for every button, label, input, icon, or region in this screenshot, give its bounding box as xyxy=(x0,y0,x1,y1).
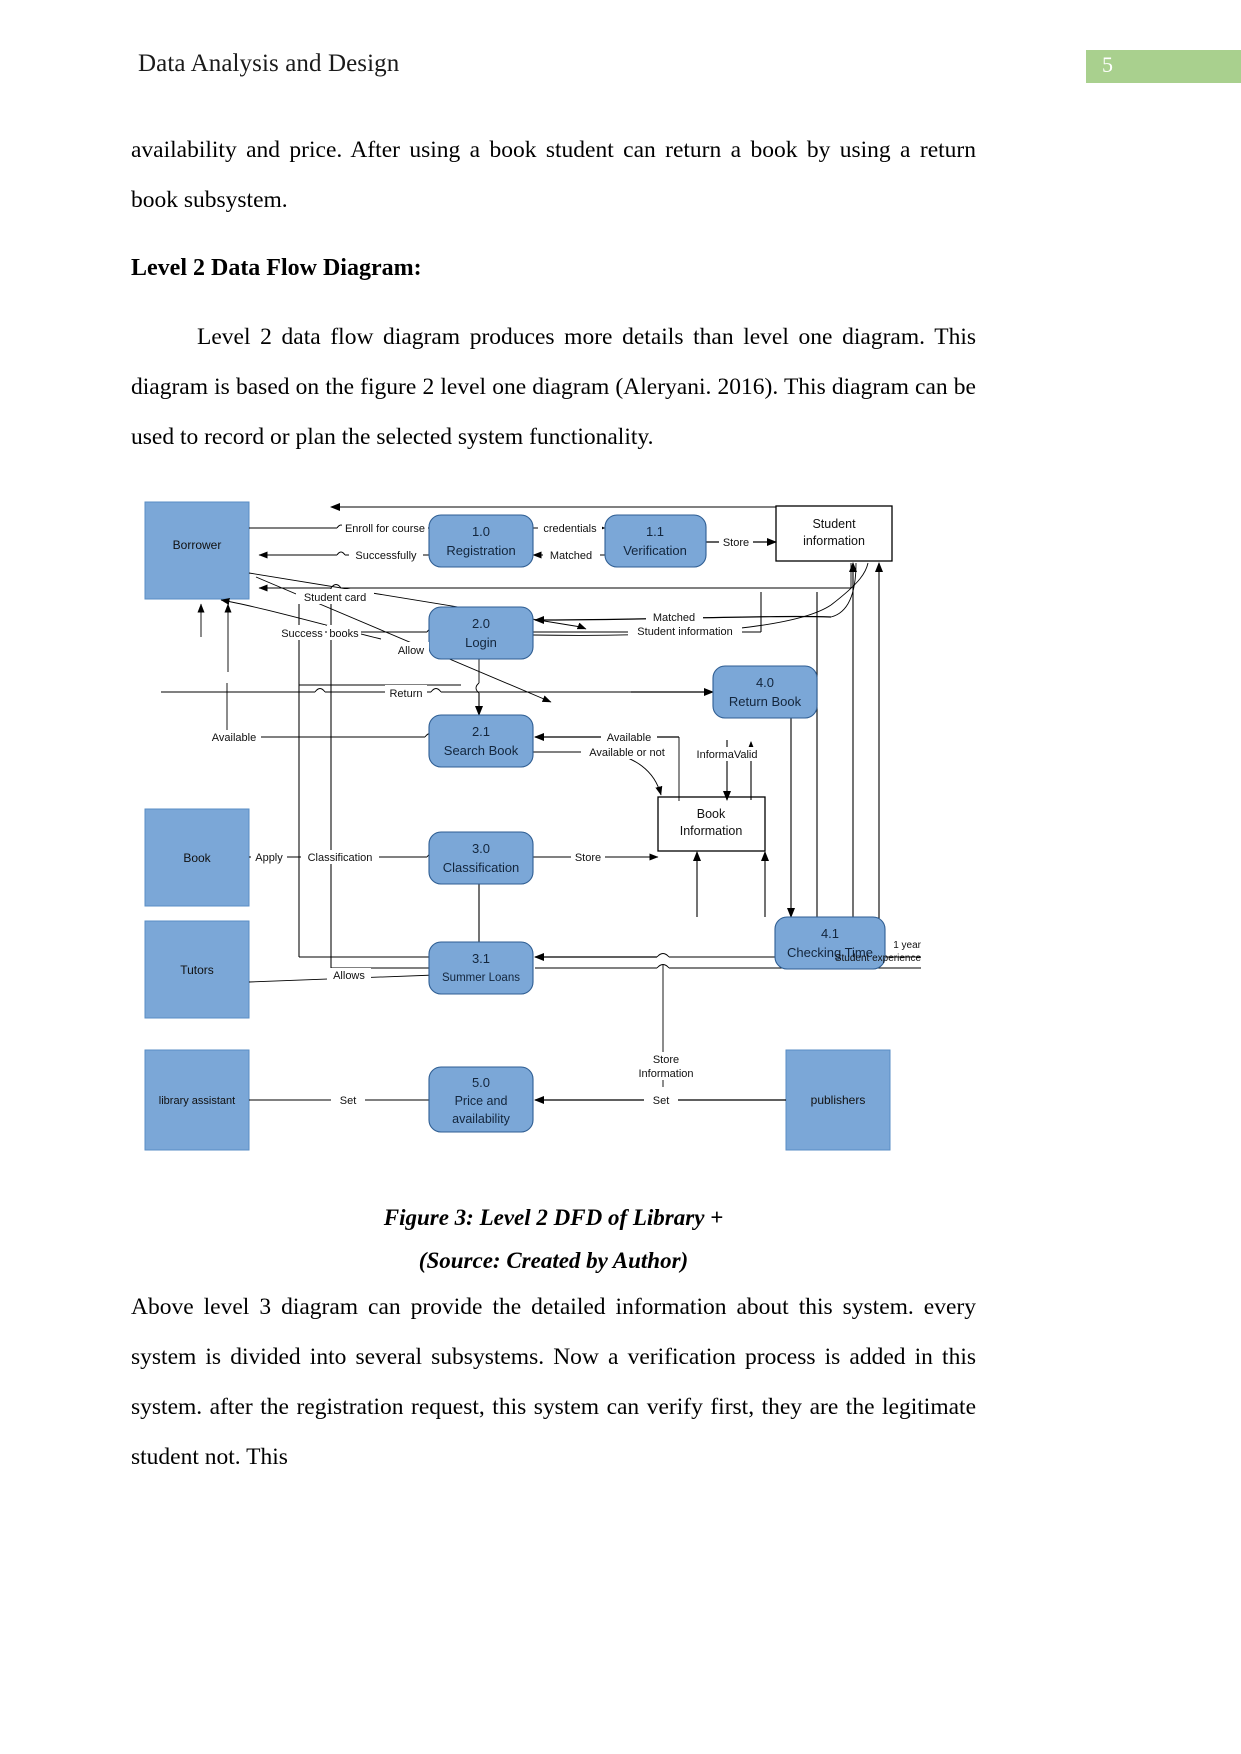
process-1-0-number: 1.0 xyxy=(472,524,490,539)
flow-label-classification: Classification xyxy=(308,852,373,864)
flow-label-return: Return xyxy=(389,688,422,700)
flow-label-success: Success xyxy=(281,628,323,640)
process-3-0-number: 3.0 xyxy=(472,841,490,856)
flow-label-student-card: Student card xyxy=(304,592,366,604)
entity-library-assistant-label: library assistant xyxy=(159,1095,235,1107)
flow-lines xyxy=(161,503,921,1104)
document-page: Data Analysis and Design 5 availability … xyxy=(0,0,1241,1754)
process-1-1-number: 1.1 xyxy=(646,524,664,539)
process-4-1-number: 4.1 xyxy=(821,926,839,941)
datastore-student-information-line2: information xyxy=(803,534,865,548)
flow-label-informavalid: InformaValid xyxy=(697,749,758,761)
flow-label-set-1: Set xyxy=(340,1095,357,1107)
process-4-0-number: 4.0 xyxy=(756,675,774,690)
flow-label-successfully: Successfully xyxy=(355,550,417,562)
process-4-0: 4.0 Return Book xyxy=(712,665,818,719)
flow-label-apply: Apply xyxy=(255,852,283,864)
figure-caption-line2: (Source: Created by Author) xyxy=(418,1248,689,1273)
flow-label-matched-1: Matched xyxy=(550,550,592,562)
entity-book: Book xyxy=(144,808,250,907)
dfd-level2-diagram: Borrower Book Tutors library assistant p… xyxy=(131,487,976,1167)
process-3-0: 3.0 Classification xyxy=(428,831,534,885)
datastore-book-information-line2: Information xyxy=(680,824,743,838)
entity-tutors-label: Tutors xyxy=(180,963,214,977)
entity-library-assistant: library assistant xyxy=(144,1049,250,1151)
datastore-book-information-line1: Book xyxy=(697,807,726,821)
flow-label-available-1: Available xyxy=(212,732,256,744)
figure-caption-line1: Figure 3: Level 2 DFD of Library + xyxy=(383,1205,724,1230)
process-2-1: 2.1 Search Book xyxy=(428,714,534,768)
flow-label-books: books xyxy=(329,628,359,640)
flow-label-one-year: 1 year xyxy=(893,940,921,951)
process-1-0-name: Registration xyxy=(446,543,515,558)
process-2-0-number: 2.0 xyxy=(472,616,490,631)
process-2-1-name: Search Book xyxy=(444,743,519,758)
datastore-book-information: Book Information xyxy=(657,796,766,852)
process-3-1-name: Summer Loans xyxy=(442,972,520,984)
flow-label-allows: Allows xyxy=(333,970,365,982)
flow-label-available-2: Available xyxy=(607,732,651,744)
process-2-0: 2.0 Login xyxy=(428,606,534,660)
process-5-0-name-line1: Price and xyxy=(455,1094,508,1108)
header-title: Data Analysis and Design xyxy=(138,50,400,77)
paragraph-level2-intro: Level 2 data flow diagram produces more … xyxy=(131,324,976,450)
process-1-1: 1.1 Verification xyxy=(604,514,707,568)
process-3-1-number: 3.1 xyxy=(472,951,490,966)
paragraph-availability: availability and price. After using a bo… xyxy=(131,137,976,213)
process-5-0: 5.0 Price and availability xyxy=(428,1066,534,1133)
flow-label-store-information-2: Information xyxy=(638,1068,693,1080)
entity-publishers: publishers xyxy=(785,1049,891,1151)
flow-label-credentials: credentials xyxy=(543,523,597,535)
process-5-0-number: 5.0 xyxy=(472,1075,490,1090)
heading-level2-dfd: Level 2 Data Flow Diagram: xyxy=(131,255,422,281)
process-2-0-name: Login xyxy=(465,635,497,650)
process-1-0: 1.0 Registration xyxy=(428,514,534,568)
paragraph-above-level3: Above level 3 diagram can provide the de… xyxy=(131,1294,976,1470)
entity-book-label: Book xyxy=(183,851,211,865)
process-1-1-name: Verification xyxy=(623,543,687,558)
flow-label-store-1: Store xyxy=(723,537,749,549)
flow-label-student-information: Student information xyxy=(637,626,732,638)
entity-borrower: Borrower xyxy=(144,501,250,600)
process-2-1-number: 2.1 xyxy=(472,724,490,739)
flow-label-store-information-1: Store xyxy=(653,1054,679,1066)
datastore-student-information-line1: Student xyxy=(812,517,856,531)
process-4-0-name: Return Book xyxy=(729,694,802,709)
page-number: 5 xyxy=(1102,52,1113,77)
flow-label-store-2: Store xyxy=(575,852,601,864)
flow-label-available-or-not: Available or not xyxy=(589,747,665,759)
process-3-1: 3.1 Summer Loans xyxy=(428,941,534,995)
flow-label-student-experience: Student experience xyxy=(835,953,922,964)
flow-label-group: Enroll for course Successfully credentia… xyxy=(207,520,922,1107)
flow-label-matched-2: Matched xyxy=(653,612,695,624)
entity-publishers-label: publishers xyxy=(811,1093,866,1107)
datastore-student-information: Student information xyxy=(775,505,893,562)
flow-label-set-2: Set xyxy=(653,1095,670,1107)
entity-tutors: Tutors xyxy=(144,920,250,1019)
flow-label-allow: Allow xyxy=(398,645,424,657)
flow-label-enroll-for-course: Enroll for course xyxy=(345,523,425,535)
process-3-0-name: Classification xyxy=(443,860,520,875)
page-header: Data Analysis and Design 5 xyxy=(0,0,1241,100)
process-5-0-name-line2: availability xyxy=(452,1112,510,1126)
entity-borrower-label: Borrower xyxy=(173,538,222,552)
